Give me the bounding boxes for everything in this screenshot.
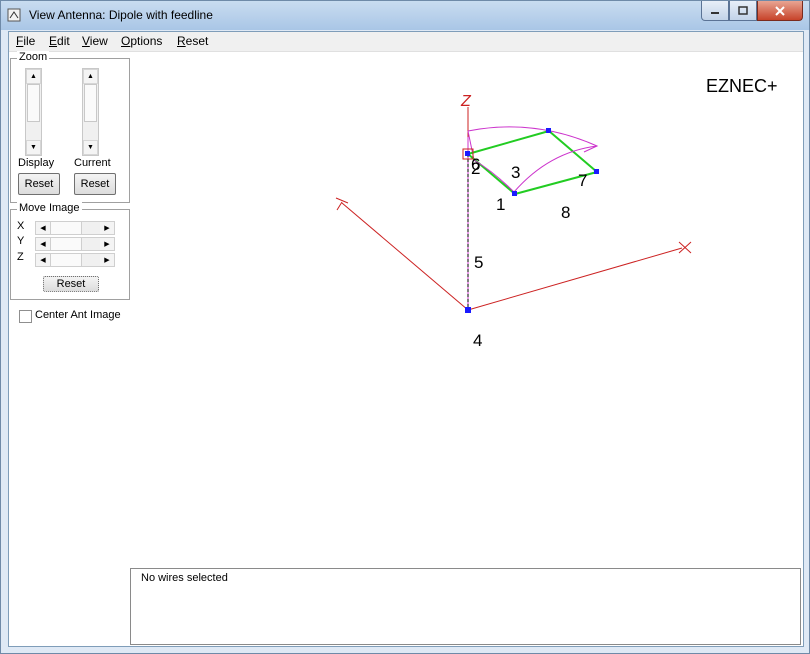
display-reset-button[interactable]: Reset <box>18 173 60 195</box>
maximize-icon <box>738 5 748 15</box>
wire-3 <box>467 130 550 155</box>
current-reset-button[interactable]: Reset <box>74 173 116 195</box>
y-axis-marker <box>335 197 349 211</box>
scroll-right-icon[interactable]: ▶ <box>100 238 114 250</box>
display-label: Display <box>18 157 55 169</box>
wire-number-6: 6 <box>471 155 480 174</box>
axes <box>335 107 692 311</box>
client-area: File Edit View Options Reset Zoom ▲ ▼ ▲ … <box>8 31 804 647</box>
axis-y-label: Y <box>17 235 25 247</box>
scroll-left-icon[interactable]: ◀ <box>36 238 50 250</box>
antenna-view-canvas[interactable]: EZNEC+ Z 1 2 3 4 5 6 7 8 <box>134 52 802 567</box>
scroll-thumb[interactable] <box>50 238 82 250</box>
display-zoom-scrollbar[interactable]: ▲ ▼ <box>25 68 42 156</box>
node <box>465 151 470 156</box>
brand-label: EZNEC+ <box>706 76 778 96</box>
scroll-up-icon[interactable]: ▲ <box>83 69 98 84</box>
center-ant-checkbox[interactable] <box>19 310 32 323</box>
menu-file[interactable]: File <box>16 34 35 48</box>
scroll-right-icon[interactable]: ▶ <box>100 222 114 234</box>
move-image-group: Move Image X Y Z ◀ ▶ ◀ ▶ ◀ ▶ Reset <box>10 202 130 300</box>
scroll-up-icon[interactable]: ▲ <box>26 69 41 84</box>
move-x-scrollbar[interactable]: ◀ ▶ <box>35 221 115 235</box>
wire-number-1: 1 <box>496 195 505 214</box>
zoom-group-label: Zoom <box>17 51 50 63</box>
scroll-thumb[interactable] <box>84 84 97 122</box>
scroll-thumb[interactable] <box>50 254 82 266</box>
move-y-scrollbar[interactable]: ◀ ▶ <box>35 237 115 251</box>
y-axis-line <box>341 202 469 311</box>
wire-number-5: 5 <box>474 253 483 272</box>
status-text: No wires selected <box>141 572 228 584</box>
app-icon <box>7 8 21 22</box>
scroll-down-icon[interactable]: ▼ <box>26 140 41 155</box>
x-axis-marker <box>678 241 692 254</box>
menu-view[interactable]: View <box>82 34 108 48</box>
axis-z-label: Z <box>17 251 24 263</box>
scroll-left-icon[interactable]: ◀ <box>36 222 50 234</box>
move-z-scrollbar[interactable]: ◀ ▶ <box>35 253 115 267</box>
scroll-thumb[interactable] <box>27 84 40 122</box>
node <box>546 128 551 133</box>
minimize-icon <box>711 11 719 14</box>
wire-number-3: 3 <box>511 163 520 182</box>
menu-options[interactable]: Options <box>121 34 162 48</box>
main-window: View Antenna: Dipole with feedline File … <box>0 0 810 654</box>
menu-edit[interactable]: Edit <box>49 34 70 48</box>
window-title: View Antenna: Dipole with feedline <box>29 8 213 22</box>
title-bar[interactable]: View Antenna: Dipole with feedline <box>1 1 809 30</box>
zoom-group: Zoom ▲ ▼ ▲ ▼ Display Current Reset Reset <box>10 51 130 203</box>
axis-x-label: X <box>17 220 25 232</box>
scroll-down-icon[interactable]: ▼ <box>83 140 98 155</box>
close-button[interactable] <box>757 1 803 21</box>
node <box>465 307 471 313</box>
maximize-button[interactable] <box>729 1 757 21</box>
center-ant-label: Center Ant Image <box>35 309 121 321</box>
menu-reset[interactable]: Reset <box>177 34 208 48</box>
close-icon <box>775 5 785 16</box>
wire-number-4: 4 <box>473 331 482 350</box>
scroll-right-icon[interactable]: ▶ <box>100 254 114 266</box>
move-reset-button[interactable]: Reset <box>43 276 99 292</box>
current-label: Current <box>74 157 111 169</box>
scroll-left-icon[interactable]: ◀ <box>36 254 50 266</box>
x-axis-line <box>467 247 683 311</box>
current-zoom-scrollbar[interactable]: ▲ ▼ <box>82 68 99 156</box>
status-box: No wires selected <box>130 568 801 645</box>
wire-number-7: 7 <box>578 171 587 190</box>
move-image-group-label: Move Image <box>17 202 82 214</box>
z-axis-label: Z <box>460 93 472 110</box>
wire-number-8: 8 <box>561 203 570 222</box>
node <box>594 169 599 174</box>
minimize-button[interactable] <box>701 1 729 21</box>
menu-bar: File Edit View Options Reset <box>9 32 803 52</box>
scroll-thumb[interactable] <box>50 222 82 234</box>
node <box>512 191 517 196</box>
